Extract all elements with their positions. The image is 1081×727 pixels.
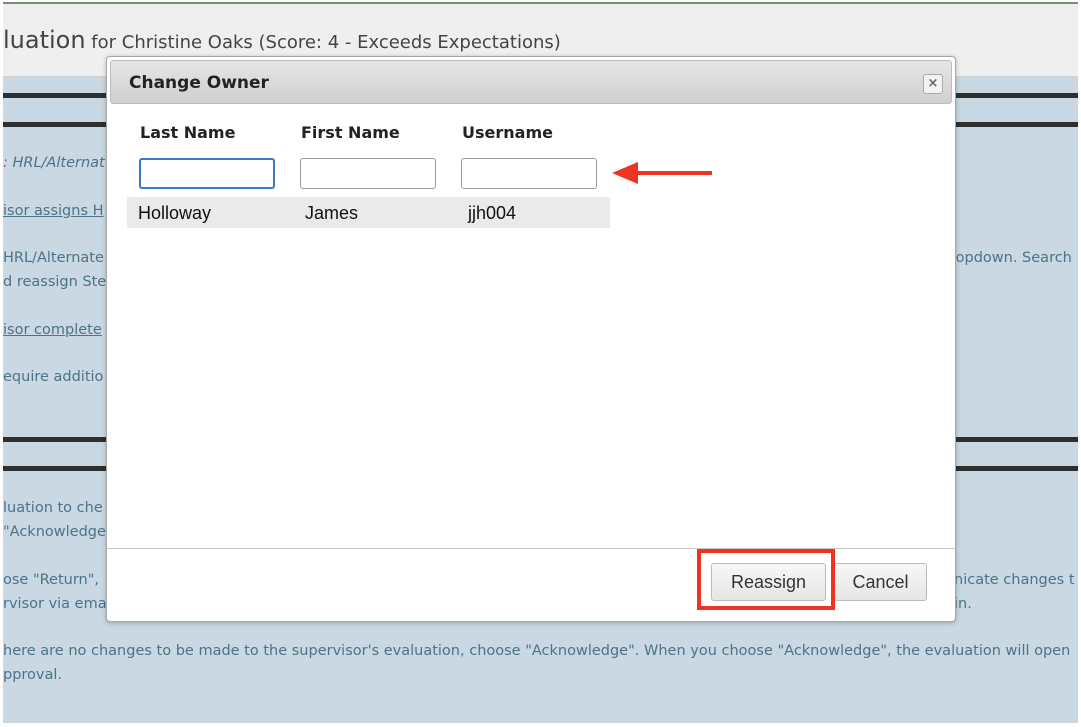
result-row[interactable]: Holloway James jjh004	[127, 197, 610, 228]
info-text: "Acknowledge	[3, 524, 106, 540]
result-username: jjh004	[468, 203, 517, 223]
step-link[interactable]: isor complete	[3, 322, 102, 338]
step-text: d reassign Step	[3, 274, 116, 290]
dialog-titlebar[interactable]: Change Owner ×	[110, 60, 952, 104]
info-text: here are no changes to be made to the su…	[3, 643, 1071, 659]
step-text: equire additio	[3, 369, 104, 385]
info-text: pproval.	[3, 667, 63, 683]
step-label: : HRL/Alternat	[3, 155, 105, 171]
info-text: luation to che	[3, 500, 103, 516]
dialog-title: Change Owner	[129, 73, 269, 93]
left-arrow-icon	[612, 162, 712, 184]
step-text: ropdown. Search	[950, 250, 1072, 266]
page-title-main: luation	[3, 26, 86, 54]
page-title-sub: for Christine Oaks (Score: 4 - Exceeds E…	[85, 32, 561, 53]
change-owner-dialog: Change Owner × Last Name First Name User…	[106, 56, 956, 622]
step-link[interactable]: isor assigns H	[3, 203, 104, 219]
reassign-highlight	[697, 549, 835, 610]
info-text: rvisor via ema	[3, 596, 107, 612]
info-text: nicate changes t	[954, 572, 1075, 588]
result-last-name: Holloway	[138, 203, 212, 223]
last-name-input[interactable]	[139, 158, 275, 189]
step-text: HRL/Alternate	[3, 250, 104, 266]
column-header-last-name: Last Name	[140, 123, 236, 142]
column-header-username: Username	[462, 123, 553, 142]
close-icon[interactable]: ×	[923, 74, 943, 94]
first-name-input[interactable]	[300, 158, 436, 189]
column-header-first-name: First Name	[301, 123, 400, 142]
info-text: in.	[954, 596, 972, 612]
result-first-name: James	[305, 203, 359, 223]
info-text: ose "Return",	[3, 572, 100, 588]
cancel-button[interactable]: Cancel	[834, 563, 927, 601]
username-input[interactable]	[461, 158, 597, 189]
page-title: luation for Christine Oaks (Score: 4 - E…	[3, 26, 561, 54]
